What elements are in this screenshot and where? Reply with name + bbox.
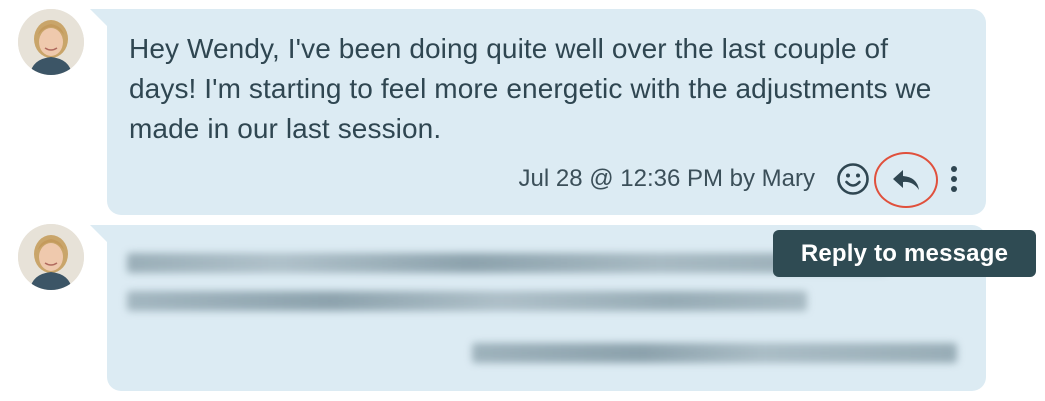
message-meta: Jul 28 @ 12:36 PM by Mary <box>518 165 815 192</box>
avatar <box>18 224 84 290</box>
bubble-tail <box>90 225 108 243</box>
vertical-ellipsis-icon <box>951 166 957 192</box>
reply-button[interactable] <box>874 152 938 208</box>
more-options-button[interactable] <box>939 161 969 197</box>
smiley-icon <box>837 163 869 195</box>
avatar <box>18 9 84 75</box>
reply-arrow-icon <box>893 170 919 190</box>
add-reaction-button[interactable] <box>835 161 871 197</box>
avatar-photo-icon <box>18 9 84 75</box>
reply-tooltip: Reply to message <box>773 230 1036 277</box>
avatar-photo-icon <box>18 224 84 290</box>
obscured-meta-line <box>472 343 957 363</box>
obscured-text-line <box>127 291 807 311</box>
message-text: Hey Wendy, I've been doing quite well ov… <box>129 33 932 144</box>
message-bubble: Hey Wendy, I've been doing quite well ov… <box>107 9 986 215</box>
bubble-tail <box>90 9 108 27</box>
